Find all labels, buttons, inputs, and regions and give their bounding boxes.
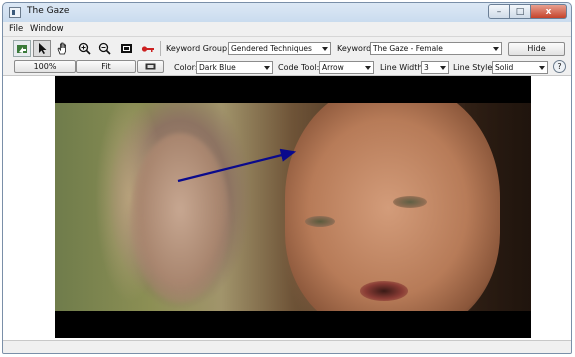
keyword-group-label: Keyword Group: [166, 44, 230, 53]
zoom-100-button[interactable]: 100% [14, 60, 76, 73]
pan-tool-button[interactable] [53, 40, 71, 57]
code-tool-label: Code Tool: [278, 63, 320, 72]
keyword-select[interactable]: The Gaze - Female [370, 42, 502, 55]
line-width-value: 3 [424, 63, 429, 72]
window-controls: – □ x [488, 4, 567, 19]
app-window: The Gaze – □ x File Window Keyword Group… [2, 2, 572, 354]
keyword-group-select[interactable]: Gendered Techniques [228, 42, 331, 55]
zoom-out-icon [98, 42, 111, 55]
secondary-toolbar: 100% Fit Color: Dark Blue Code Tool: Arr… [3, 59, 571, 76]
content-area [3, 76, 571, 342]
key-icon [141, 45, 154, 52]
fit-screen-icon [120, 44, 132, 53]
help-icon: ? [557, 62, 562, 71]
hide-button[interactable]: Hide [508, 42, 565, 56]
close-button[interactable]: x [531, 4, 567, 19]
color-value: Dark Blue [199, 63, 236, 72]
code-tool-value: Arrow [322, 63, 344, 72]
window-title: The Gaze [27, 6, 70, 16]
zoom-out-button[interactable] [95, 40, 113, 57]
annotation-layer [177, 148, 297, 183]
chevron-down-icon [322, 47, 328, 51]
zoom-in-button[interactable] [75, 40, 93, 57]
main-toolbar: Keyword Group: Gendered Techniques Keywo… [3, 37, 571, 59]
video-player[interactable] [55, 76, 531, 338]
keyword-tool-button[interactable] [139, 40, 157, 57]
zoom-in-icon [78, 42, 91, 55]
help-button[interactable]: ? [553, 60, 566, 73]
gaze-arrow[interactable] [177, 148, 297, 183]
chevron-down-icon [440, 66, 446, 70]
app-icon [9, 7, 21, 18]
fit-screen-button[interactable] [117, 40, 135, 57]
chevron-down-icon [264, 66, 270, 70]
color-label: Color: [174, 63, 198, 72]
keyword-label: Keyword: [337, 44, 374, 53]
hand-pan-icon [57, 42, 66, 55]
line-width-label: Line Width: [380, 63, 426, 72]
title-bar[interactable]: The Gaze – □ x [3, 3, 571, 22]
line-style-label: Line Style: [453, 63, 496, 72]
export-button[interactable] [13, 40, 31, 57]
arrow-pointer-icon [38, 43, 46, 54]
maximize-button[interactable]: □ [510, 4, 531, 19]
minimize-button[interactable]: – [488, 4, 510, 19]
line-style-value: Solid [495, 63, 514, 72]
fit-button[interactable]: Fit [76, 60, 136, 73]
menu-file[interactable]: File [9, 24, 23, 34]
screen-icon [145, 63, 156, 70]
code-tool-select[interactable]: Arrow [319, 61, 374, 74]
menu-bar: File Window [3, 22, 571, 37]
toolbar-separator [160, 41, 161, 56]
menu-window[interactable]: Window [30, 24, 64, 34]
chevron-down-icon [539, 66, 545, 70]
status-bar [3, 340, 571, 353]
chevron-down-icon [365, 66, 371, 70]
line-style-select[interactable]: Solid [492, 61, 548, 74]
export-icon [17, 44, 27, 53]
line-width-select[interactable]: 3 [421, 61, 449, 74]
keyword-group-value: Gendered Techniques [231, 44, 312, 53]
color-select[interactable]: Dark Blue [196, 61, 273, 74]
chevron-down-icon [493, 47, 499, 51]
screen-button[interactable] [137, 60, 164, 73]
pointer-tool-button[interactable] [33, 40, 51, 57]
keyword-value: The Gaze - Female [373, 44, 443, 53]
